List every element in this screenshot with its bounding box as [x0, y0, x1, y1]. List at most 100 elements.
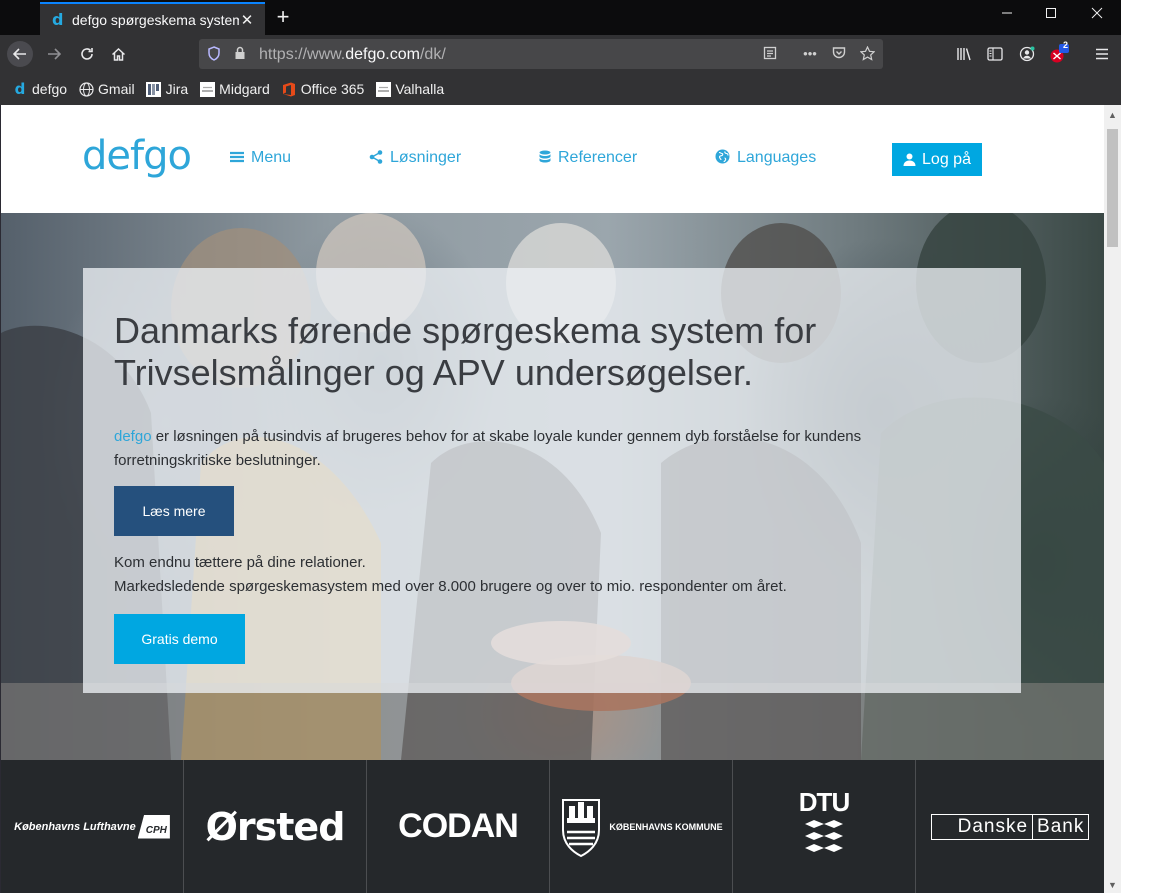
- hero-subtext: Kom endnu tættere på dine relationer. Mar…: [114, 551, 974, 599]
- dtu-waves-icon: [805, 820, 843, 852]
- share-icon: [369, 149, 383, 167]
- hero-subtext-line1: Kom endnu tættere på dine relationer.: [114, 554, 366, 571]
- scroll-down-icon[interactable]: ▼: [1104, 877, 1121, 893]
- cph-logo-mark: CPH: [137, 814, 170, 839]
- danske-bank-logo: Danske Bank: [930, 813, 1090, 840]
- maximize-icon[interactable]: [1040, 6, 1062, 28]
- read-more-button[interactable]: Læs mere: [114, 486, 234, 536]
- reload-icon[interactable]: [74, 41, 100, 67]
- pocket-icon[interactable]: [831, 46, 847, 62]
- nav-menu-label: Menu: [251, 149, 292, 166]
- back-icon[interactable]: [7, 41, 33, 67]
- hero-description: defgo er løsningen på tusindvis af bruge…: [114, 425, 974, 473]
- url-host: defgo.com: [345, 46, 420, 63]
- forward-icon[interactable]: [41, 41, 67, 67]
- bookmark-jira[interactable]: Jira: [146, 81, 189, 97]
- nav-languages[interactable]: Languages: [715, 149, 816, 167]
- sidebar-icon[interactable]: [982, 41, 1008, 67]
- close-window-icon[interactable]: [1086, 6, 1108, 28]
- office-icon: [281, 81, 297, 97]
- bookmark-office365[interactable]: Office 365: [281, 81, 365, 97]
- page-viewport: defgo Menu Løsninger Referencer Language…: [1, 105, 1104, 893]
- lock-icon[interactable]: [232, 46, 248, 62]
- bookmark-star-icon[interactable]: [859, 45, 875, 62]
- bookmark-label: Office 365: [300, 81, 365, 97]
- nav-menu[interactable]: Menu: [230, 149, 291, 167]
- dtu-logo: DTU: [798, 787, 850, 854]
- bookmark-midgard[interactable]: Midgard: [199, 81, 270, 97]
- client-name: KØBENHAVNS KOMMUNE: [609, 821, 723, 832]
- nav-languages-label: Languages: [737, 149, 817, 166]
- sync-icon: [199, 81, 215, 97]
- database-icon: [539, 150, 551, 167]
- hamburger-menu-icon[interactable]: [1089, 41, 1115, 67]
- bookmark-defgo[interactable]: d defgo: [12, 80, 68, 98]
- client-logo-codan: CODAN: [367, 760, 550, 893]
- browser-window: d defgo spørgeskema system ✕ + https://w…: [0, 0, 1121, 893]
- library-icon[interactable]: [951, 41, 977, 67]
- brand-link[interactable]: defgo: [114, 428, 152, 445]
- defgo-favicon-icon: d: [52, 10, 64, 29]
- jira-icon: [146, 81, 162, 97]
- tab-bar: d defgo spørgeskema system ✕ +: [0, 0, 1121, 35]
- nav-solutions[interactable]: Løsninger: [369, 149, 461, 167]
- login-button[interactable]: Log på: [892, 143, 982, 176]
- hero-section: Danmarks førende spørgeskema system for …: [1, 213, 1104, 760]
- url-text[interactable]: https://www.defgo.com/dk/: [259, 46, 446, 64]
- client-name: CODAN: [398, 807, 519, 845]
- client-logo-orsted: Ørsted: [184, 760, 367, 893]
- tab-title: defgo spørgeskema system: [72, 11, 239, 28]
- bookmark-label: Jira: [165, 81, 189, 97]
- client-logo-kobenhavns-kommune: KØBENHAVNS KOMMUNE: [550, 760, 733, 893]
- new-tab-icon[interactable]: +: [272, 6, 294, 28]
- url-prefix: https://www.: [259, 46, 346, 63]
- navigation-toolbar: https://www.defgo.com/dk/ ••• 2: [0, 35, 1121, 73]
- account-icon[interactable]: [1014, 41, 1040, 67]
- nav-solutions-label: Løsninger: [390, 149, 462, 166]
- client-name-second: Bank: [1033, 813, 1090, 840]
- address-bar[interactable]: https://www.defgo.com/dk/ •••: [199, 39, 883, 69]
- browser-tab[interactable]: d defgo spørgeskema system ✕: [40, 2, 265, 35]
- hero-title: Danmarks førende spørgeskema system for …: [114, 310, 817, 393]
- hero-card: Danmarks førende spørgeskema system for …: [83, 268, 1021, 693]
- free-demo-button[interactable]: Gratis demo: [114, 614, 245, 664]
- page-scrollbar[interactable]: ▲ ▼: [1104, 105, 1121, 893]
- scroll-thumb[interactable]: [1107, 129, 1118, 247]
- hero-description-text: er løsningen på tusindvis af brugeres be…: [114, 428, 862, 469]
- client-name: Danske: [930, 813, 1034, 840]
- nav-references-label: Referencer: [558, 149, 638, 166]
- defgo-logo[interactable]: defgo: [82, 133, 192, 179]
- hamburger-icon: [230, 150, 244, 166]
- bookmark-label: Midgard: [219, 81, 270, 97]
- extension-icon[interactable]: 2: [1046, 40, 1072, 67]
- reader-view-icon[interactable]: [762, 46, 778, 62]
- nav-references[interactable]: Referencer: [539, 149, 637, 167]
- client-name: DTU: [798, 787, 850, 817]
- client-name: Ørsted: [205, 804, 346, 849]
- bookmarks-toolbar: d defgo Gmail Jira Midgard Office 365 Va…: [0, 73, 1121, 105]
- globe-icon: [715, 149, 730, 167]
- login-label: Log på: [922, 150, 971, 168]
- bookmark-gmail[interactable]: Gmail: [78, 81, 135, 97]
- close-tab-icon[interactable]: ✕: [239, 11, 255, 29]
- user-icon: [903, 153, 916, 166]
- bookmark-label: defgo: [32, 81, 68, 97]
- city-crest-icon: [559, 796, 603, 858]
- minimize-icon[interactable]: [996, 6, 1018, 28]
- scroll-up-icon[interactable]: ▲: [1104, 107, 1121, 123]
- client-logo-cph: Københavns Lufthavne CPH: [1, 760, 184, 893]
- client-logo-dtu: DTU: [733, 760, 916, 893]
- sync-icon: [375, 81, 391, 97]
- tracking-protection-shield-icon[interactable]: [206, 46, 222, 62]
- page-actions-icon[interactable]: •••: [802, 46, 818, 62]
- bookmark-valhalla[interactable]: Valhalla: [375, 81, 444, 97]
- site-header: defgo Menu Løsninger Referencer Language…: [1, 105, 1104, 213]
- bookmark-label: Gmail: [98, 81, 135, 97]
- home-icon[interactable]: [105, 41, 131, 67]
- client-name: Københavns Lufthavne: [14, 820, 136, 833]
- client-logo-danske-bank: Danske Bank: [916, 760, 1104, 893]
- client-logos-strip: Københavns Lufthavne CPH Ørsted CODAN KØ…: [1, 760, 1104, 893]
- bookmark-label: Valhalla: [395, 81, 445, 97]
- defgo-icon: d: [14, 80, 26, 98]
- globe-icon: [78, 81, 94, 97]
